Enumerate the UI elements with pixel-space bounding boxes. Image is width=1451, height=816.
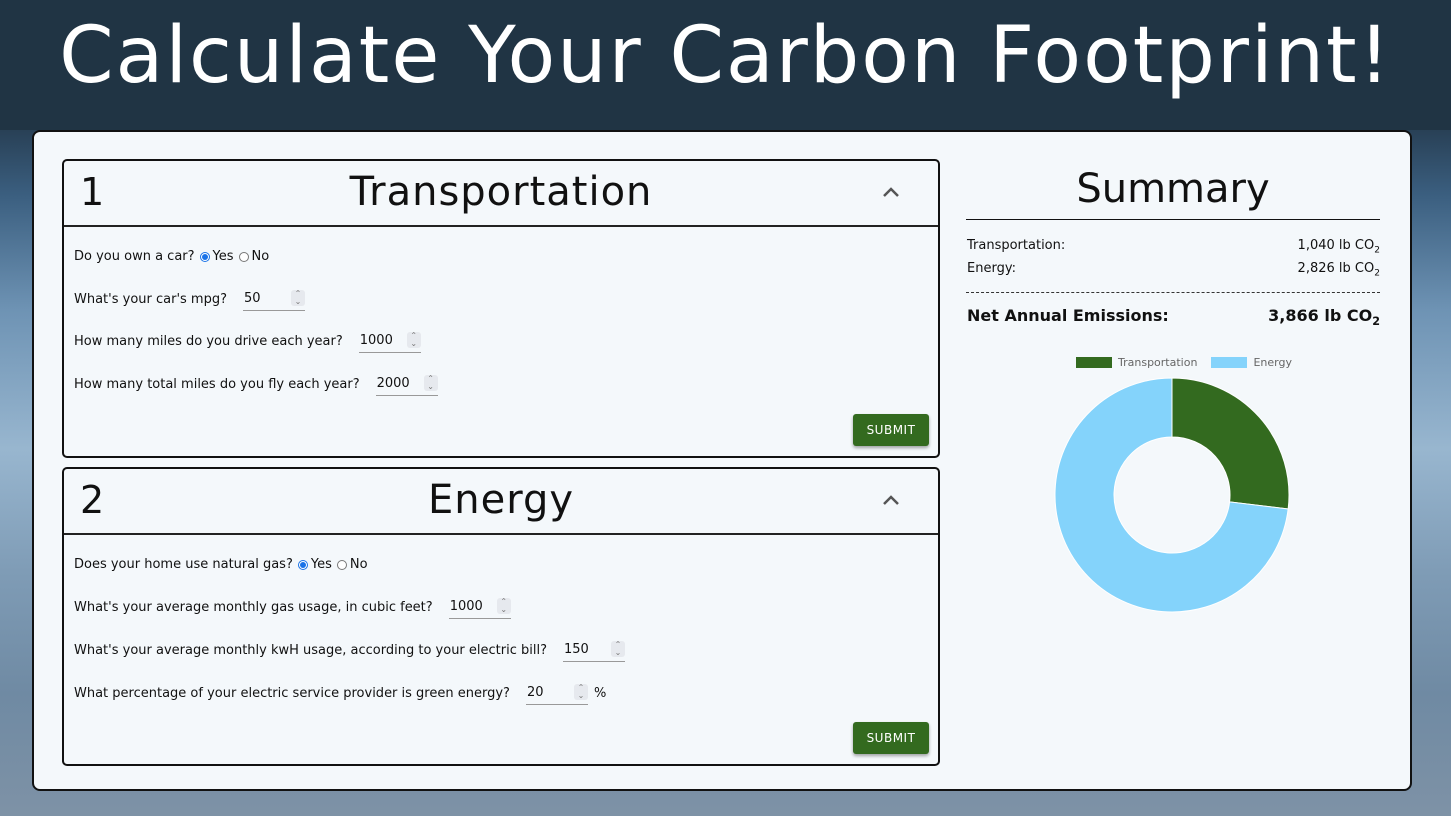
mpg-input[interactable]: 50 ⌃ ⌄ — [243, 288, 306, 311]
gas-question: Does your home use natural gas? Yes No — [74, 557, 368, 572]
gas-usage-question: What's your average monthly gas usage, i… — [74, 596, 511, 619]
legend-label-energy[interactable]: Energy — [1253, 356, 1292, 369]
transportation-summary-row: Transportation: 1,040 lb CO2 — [967, 236, 1380, 256]
gas-usage-label: What's your average monthly gas usage, i… — [74, 600, 433, 615]
miles-input[interactable]: 1000 ⌃ ⌄ — [358, 330, 421, 353]
own-car-question: Do you own a car? Yes No — [74, 249, 269, 264]
spinner-icon[interactable]: ⌃ ⌄ — [423, 375, 438, 391]
emissions-donut-chart — [1054, 377, 1290, 613]
own-car-no-radio[interactable] — [238, 251, 249, 262]
kwh-input[interactable]: 150 ⌃ ⌄ — [562, 639, 625, 662]
green-label: What percentage of your electric service… — [74, 686, 510, 701]
calculator-panel: 1 Transportation Do you own a car? Yes N… — [32, 130, 1412, 791]
spinner-icon[interactable]: ⌃ ⌄ — [610, 641, 625, 657]
gas-yes-radio[interactable] — [297, 559, 308, 570]
gas-usage-value: 1000 — [449, 599, 483, 614]
green-value: 20 — [526, 685, 544, 700]
own-car-yes-radio[interactable] — [199, 251, 210, 262]
kwh-value: 150 — [563, 642, 589, 657]
gas-no-radio[interactable] — [336, 559, 347, 570]
spinner-icon[interactable]: ⌃ ⌄ — [573, 684, 588, 700]
transportation-submit-button[interactable]: SUBMIT — [853, 414, 929, 446]
energy-header[interactable]: 2 Energy — [64, 469, 938, 535]
miles-label: How many miles do you drive each year? — [74, 334, 343, 349]
net-emissions-amount: 3,866 lb CO2 — [1268, 306, 1380, 329]
green-input[interactable]: 20 ⌃ ⌄ — [525, 682, 588, 705]
fly-value: 2000 — [376, 376, 410, 391]
no-label[interactable]: No — [350, 557, 368, 572]
transportation-summary-label: Transportation: — [967, 238, 1066, 253]
donut-slice-transportation[interactable] — [1171, 377, 1290, 510]
legend-swatch-transportation[interactable] — [1076, 357, 1112, 368]
gas-label: Does your home use natural gas? — [74, 557, 293, 572]
fly-input[interactable]: 2000 ⌃ ⌄ — [375, 373, 438, 396]
yes-label[interactable]: Yes — [311, 557, 332, 572]
energy-submit-button[interactable]: SUBMIT — [853, 722, 929, 754]
chevron-up-icon[interactable] — [880, 489, 902, 511]
chart-legend: Transportation Energy — [1076, 356, 1292, 369]
legend-label-transportation[interactable]: Transportation — [1118, 356, 1197, 369]
percent-unit: % — [593, 686, 607, 701]
net-emissions-row: Net Annual Emissions: 3,866 lb CO2 — [967, 304, 1380, 328]
energy-summary-amount: 2,826 lb CO2 — [1297, 261, 1380, 279]
mpg-value: 50 — [244, 291, 261, 306]
no-label[interactable]: No — [252, 249, 270, 264]
section-title: Transportation — [349, 169, 653, 215]
legend-swatch-energy[interactable] — [1211, 357, 1248, 368]
gas-usage-input[interactable]: 1000 ⌃ ⌄ — [448, 596, 511, 619]
energy-section: 2 Energy Does your home use natural gas?… — [62, 467, 940, 766]
page-title: Calculate Your Carbon Footprint! — [59, 11, 1392, 101]
green-question: What percentage of your electric service… — [74, 682, 606, 705]
spinner-icon[interactable]: ⌃ ⌄ — [291, 290, 306, 306]
spinner-icon[interactable]: ⌃ ⌄ — [496, 598, 511, 614]
summary-panel: Summary Transportation: 1,040 lb CO2 Ene… — [966, 159, 1380, 613]
fly-question: How many total miles do you fly each yea… — [74, 373, 438, 396]
chevron-up-icon[interactable] — [880, 181, 902, 203]
section-title: Energy — [427, 477, 575, 523]
energy-summary-label: Energy: — [967, 261, 1016, 276]
yes-label[interactable]: Yes — [213, 249, 234, 264]
mpg-label: What's your car's mpg? — [74, 292, 228, 307]
mpg-question: What's your car's mpg? 50 ⌃ ⌄ — [74, 288, 306, 311]
transportation-section: 1 Transportation Do you own a car? Yes N… — [62, 159, 940, 458]
transportation-summary-amount: 1,040 lb CO2 — [1297, 238, 1380, 256]
fly-label: How many total miles do you fly each yea… — [74, 377, 360, 392]
summary-divider — [966, 292, 1380, 293]
miles-question: How many miles do you drive each year? 1… — [74, 330, 421, 353]
energy-summary-row: Energy: 2,826 lb CO2 — [967, 259, 1380, 279]
kwh-question: What's your average monthly kwH usage, a… — [74, 639, 625, 662]
spinner-icon[interactable]: ⌃ ⌄ — [406, 332, 421, 348]
own-car-label: Do you own a car? — [74, 249, 195, 264]
miles-value: 1000 — [359, 333, 393, 348]
kwh-label: What's your average monthly kwH usage, a… — [74, 643, 547, 658]
transportation-header[interactable]: 1 Transportation — [64, 161, 938, 227]
net-emissions-label: Net Annual Emissions: — [967, 306, 1169, 325]
summary-title: Summary — [966, 159, 1380, 220]
